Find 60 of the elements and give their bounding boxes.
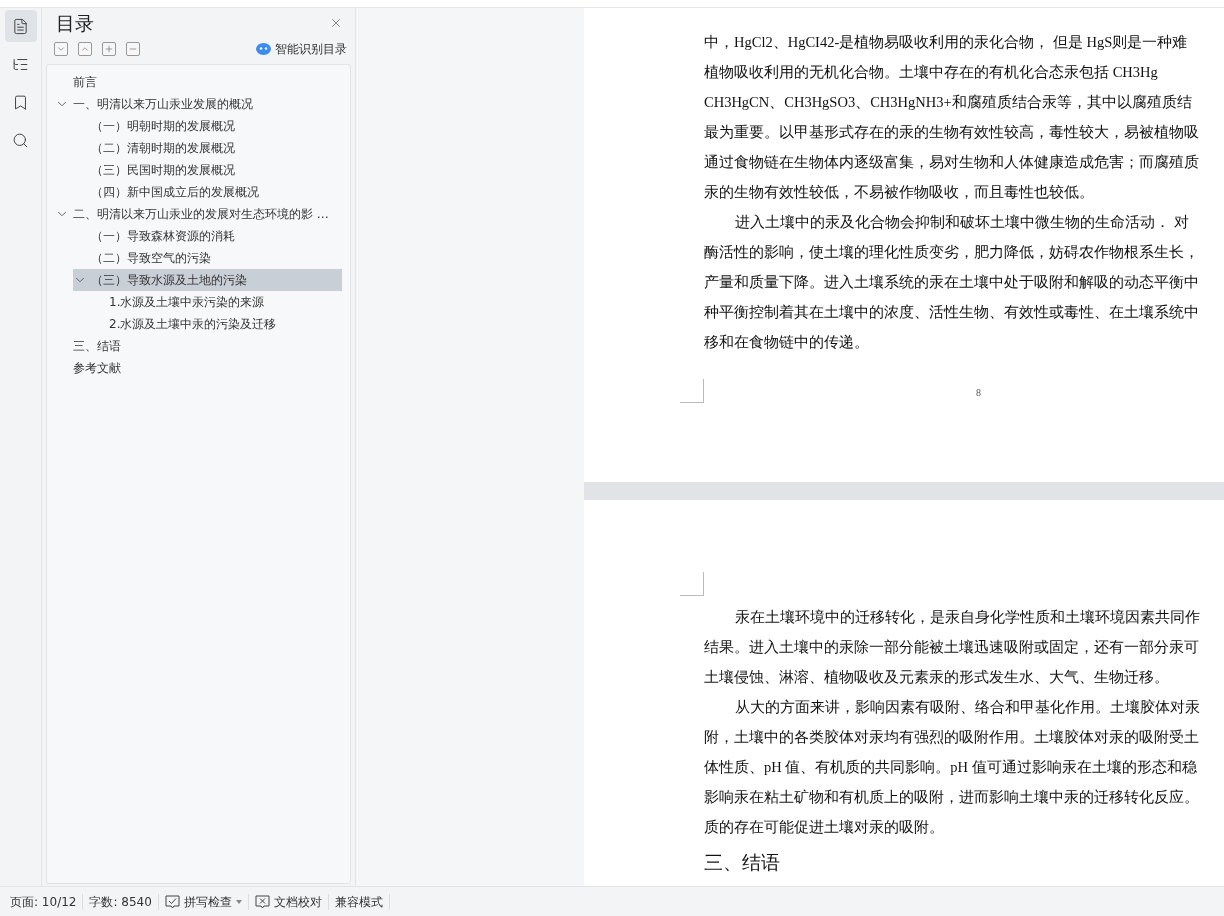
text-line: 植物吸收利用的无机化合物。土壤中存在的有机化合态汞包括 CH3Hg (704, 63, 1158, 82)
close-icon[interactable] (329, 16, 343, 30)
text-line: 最为重要。以甲基形式存在的汞的生物有效性较高，毒性较大，易被植物吸 (704, 123, 1199, 142)
toc-item[interactable]: 前言 (55, 71, 342, 93)
text-line: 从大的方面来讲，影响因素有吸附、络合和甲基化作用。土壤胶体对汞 (735, 698, 1200, 717)
collapse-button[interactable] (54, 42, 68, 56)
search-icon (12, 131, 29, 149)
status-text: 页面: 10/12 (10, 893, 77, 911)
contents-icon (12, 17, 29, 35)
check-icon (164, 894, 180, 909)
add-icon (104, 44, 114, 54)
toc-item[interactable]: 三、结语 (55, 335, 342, 357)
remove-button[interactable] (126, 42, 140, 56)
toc-item[interactable]: （四）新中国成立后的发展概况 (73, 181, 342, 203)
caret-icon (235, 899, 242, 904)
toc-item[interactable]: （一）导致森林资源的消耗 (73, 225, 342, 247)
toc-item[interactable]: 二、明清以来万山汞业的发展对生态环境的影 … (55, 203, 342, 225)
toc-item[interactable]: 1.水源及土壤中汞污染的来源 (91, 291, 342, 313)
text-line: 中，HgCl2、HgCI42-是植物易吸收利用的汞化合物， 但是 HgS则是一种难 (704, 33, 1188, 52)
status-text: 字数: 8540 (89, 893, 152, 911)
text-line: 土壤侵蚀、淋溶、植物吸收及元素汞的形式发生水、大气、生物迁移。 (704, 668, 1169, 687)
toc-item[interactable]: 参考文献 (55, 357, 342, 379)
collapse-icon (56, 44, 66, 54)
toc-item[interactable]: （一）明朝时期的发展概况 (73, 115, 342, 137)
smart-toc-button[interactable]: 智能识别目录 (256, 40, 347, 58)
toc-item[interactable]: 2.水源及土壤中汞的污染及迁移 (91, 313, 342, 335)
expand-button[interactable] (78, 42, 92, 56)
text-line: 汞在土壤环境中的迁移转化，是汞自身化学性质和土壤环境因素共同作 (735, 608, 1200, 627)
text-line: 通过食物链在生物体内逐级富集，易对生物和人体健康造成危害；而腐殖质 (704, 153, 1199, 172)
margin-corner-mark (680, 572, 704, 596)
text-line: 影响汞在粘土矿物和有机质上的吸附，进而影响土壤中汞的迁移转化反应。 (704, 788, 1199, 807)
toc-item[interactable]: （二）清朝时期的发展概况 (73, 137, 342, 159)
text-line: CH3HgCN、CH3HgSO3、CH3HgNH3+和腐殖质结合汞等，其中以腐殖质结 (704, 93, 1192, 112)
text-line: 移和在食物链中的传递。 (704, 333, 869, 352)
panel-title: 目录 (56, 10, 94, 36)
page-number: 8 (976, 386, 981, 400)
text-line: 体性质、pH 值、有机质的共同影响。pH 值可通过影响汞在土壤的形态和稳 (704, 758, 1197, 777)
text-line: 产量和质量下降。进入土壤系统的汞在土壤中处于吸附和解吸的动态平衡中 (704, 273, 1199, 292)
toc-item[interactable]: 一、明清以来万山汞业发展的概况 (55, 93, 342, 115)
text-line: 汞的生物有效性较低，不易被作物吸收，而且毒性也较低。 (704, 183, 1094, 202)
section-heading: 三、结语 (704, 851, 781, 875)
text-line: 质的存在可能促进土壤对汞的吸附。 (704, 818, 944, 837)
spellcheck-button[interactable]: 拼写检查 (164, 892, 242, 911)
text-line: 附，土壤中的各类胶体对汞均有强烈的吸附作用。土壤胶体对汞的吸附受土 (704, 728, 1199, 747)
add-button[interactable] (102, 42, 116, 56)
toc-item[interactable]: （三）民国时期的发展概况 (73, 159, 342, 181)
toc-item[interactable]: （三）导致水源及土地的污染 (73, 269, 342, 291)
text-line: 结果。进入土壤中的汞除一部分能被土壤迅速吸附或固定，还有一部分汞可 (704, 638, 1199, 657)
margin-corner-mark (680, 379, 704, 403)
text-line: 酶活性的影响，使土壤的理化性质变劣，肥力降低，妨碍农作物根系生长， (704, 243, 1199, 262)
bookmark-icon (12, 93, 29, 111)
proofread-button[interactable]: 文档校对 (254, 892, 322, 911)
text-line: 进入土壤中的汞及化合物会抑制和破坏土壤中微生物的生命活动． 对 (735, 213, 1189, 232)
proofread-icon (254, 894, 270, 909)
bot-icon (256, 43, 271, 55)
contents-tab[interactable] (4, 10, 37, 42)
text-line: 种平衡控制着其在土壤中的浓度、活性生物、有效性或毒性、在土壤系统中 (704, 303, 1199, 322)
expand-icon (80, 44, 90, 54)
status-text: 兼容模式 (334, 893, 383, 911)
toc-item[interactable]: （二）导致空气的污染 (73, 247, 342, 269)
